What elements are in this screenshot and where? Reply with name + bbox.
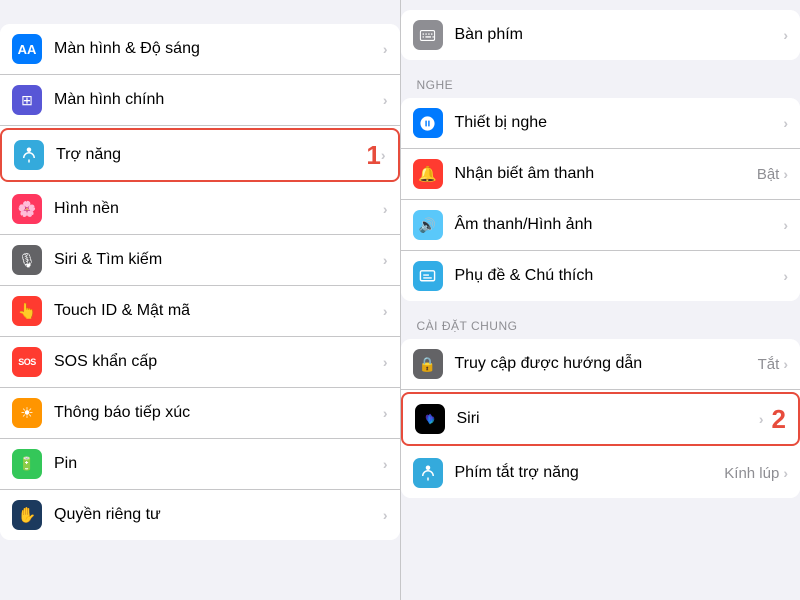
right-item-am-thanh-hinh-anh[interactable]: 🔊 Âm thanh/Hình ảnh› <box>401 200 800 251</box>
man-hinh-chinh-icon: ⊞ <box>12 85 42 115</box>
pin-icon: 🔋 <box>12 449 42 479</box>
phim-tat-tro-nang-chevron: › <box>783 465 788 481</box>
sos-icon: SOS <box>12 347 42 377</box>
man-hinh-chinh-label: Màn hình chính <box>54 91 383 109</box>
nhan-biet-am-thanh-label: Nhận biết âm thanh <box>455 165 757 183</box>
left-item-sos[interactable]: SOS SOS khẩn cấp› <box>0 337 400 388</box>
left-item-siri-tim-kiem[interactable]: 🎙 Siri & Tìm kiếm› <box>0 235 400 286</box>
right-item-thiet-bi-nghe[interactable]: Thiết bị nghe› <box>401 98 800 149</box>
right-scroll: Bàn phím›NGHEThiết bị nghe›🔔Nhận biết âm… <box>401 0 800 600</box>
right-panel: Bàn phím›NGHEThiết bị nghe›🔔Nhận biết âm… <box>401 0 800 600</box>
siri-tim-kiem-icon: 🎙 <box>12 245 42 275</box>
pin-chevron: › <box>383 456 388 472</box>
right-item-truy-cap[interactable]: 🔒 Truy cập được hướng dẫnTắt› <box>401 339 800 390</box>
left-item-man-hinh-do-sang[interactable]: AA Màn hình & Độ sáng› <box>0 24 400 75</box>
right-item-siri[interactable]: Siri› 2 <box>401 392 800 446</box>
tro-nang-chevron: › <box>381 147 386 163</box>
truy-cap-chevron: › <box>783 356 788 372</box>
phu-de-chevron: › <box>783 268 788 284</box>
thong-bao-label: Thông báo tiếp xúc <box>54 404 383 422</box>
right-item-phu-de[interactable]: Phụ đề & Chú thích› <box>401 251 800 301</box>
hinh-nen-label: Hình nền <box>54 200 383 218</box>
touch-id-label: Touch ID & Mật mã <box>54 302 383 320</box>
man-hinh-chinh-chevron: › <box>383 92 388 108</box>
left-panel: AAMàn hình & Độ sáng›⊞Màn hình chính›Trợ… <box>0 0 400 600</box>
quyen-rieng-tu-chevron: › <box>383 507 388 523</box>
hinh-nen-chevron: › <box>383 201 388 217</box>
truy-cap-icon: 🔒 <box>413 349 443 379</box>
right-list-nghe: Thiết bị nghe›🔔Nhận biết âm thanhBật›🔊Âm… <box>401 98 800 301</box>
sos-chevron: › <box>383 354 388 370</box>
siri-tim-kiem-label: Siri & Tìm kiếm <box>54 251 383 269</box>
left-item-man-hinh-chinh[interactable]: ⊞ Màn hình chính› <box>0 75 400 126</box>
truy-cap-value: Tắt <box>758 356 780 373</box>
left-item-quyen-rieng-tu[interactable]: ✋ Quyền riêng tư› <box>0 490 400 540</box>
tro-nang-label: Trợ năng <box>56 146 358 164</box>
siri-icon <box>415 404 445 434</box>
left-settings-list: AAMàn hình & Độ sáng›⊞Màn hình chính›Trợ… <box>0 24 400 540</box>
thiet-bi-nghe-label: Thiết bị nghe <box>455 114 784 132</box>
touch-id-chevron: › <box>383 303 388 319</box>
ban-phim-icon <box>413 20 443 50</box>
right-item-nhan-biet-am-thanh[interactable]: 🔔 Nhận biết âm thanhBật› <box>401 149 800 200</box>
tro-nang-badge: 1 <box>366 142 380 168</box>
phim-tat-tro-nang-icon <box>413 458 443 488</box>
tro-nang-icon <box>14 140 44 170</box>
truy-cap-label: Truy cập được hướng dẫn <box>455 355 758 373</box>
am-thanh-hinh-anh-chevron: › <box>783 217 788 233</box>
right-list-cai-dat-chung: 🔒Truy cập được hướng dẫnTắt›Siri›2Phím t… <box>401 339 800 498</box>
siri-tim-kiem-chevron: › <box>383 252 388 268</box>
thiet-bi-nghe-chevron: › <box>783 115 788 131</box>
section-header-cai-dat-chung: CÀI ĐẶT CHUNG <box>401 301 800 339</box>
left-item-hinh-nen[interactable]: 🌸 Hình nền› <box>0 184 400 235</box>
quyen-rieng-tu-icon: ✋ <box>12 500 42 530</box>
nhan-biet-am-thanh-value: Bật <box>757 166 780 183</box>
siri-chevron: › <box>759 411 764 427</box>
nhan-biet-am-thanh-icon: 🔔 <box>413 159 443 189</box>
hinh-nen-icon: 🌸 <box>12 194 42 224</box>
nhan-biet-am-thanh-chevron: › <box>783 166 788 182</box>
man-hinh-do-sang-icon: AA <box>12 34 42 64</box>
phim-tat-tro-nang-value: Kính lúp <box>724 465 779 482</box>
right-item-phim-tat-tro-nang[interactable]: Phím tắt trợ năngKính lúp› <box>401 448 800 498</box>
thiet-bi-nghe-icon <box>413 108 443 138</box>
section-header-nghe: NGHE <box>401 60 800 98</box>
left-scroll: AAMàn hình & Độ sáng›⊞Màn hình chính›Trợ… <box>0 24 400 600</box>
phu-de-label: Phụ đề & Chú thích <box>455 267 784 285</box>
ban-phim-chevron: › <box>783 27 788 43</box>
left-panel-title <box>0 0 400 24</box>
right-content: Bàn phím›NGHEThiết bị nghe›🔔Nhận biết âm… <box>401 0 800 498</box>
left-item-touch-id[interactable]: 👆 Touch ID & Mật mã› <box>0 286 400 337</box>
touch-id-icon: 👆 <box>12 296 42 326</box>
right-item-ban-phim[interactable]: Bàn phím› <box>401 10 800 60</box>
thong-bao-chevron: › <box>383 405 388 421</box>
siri-label: Siri <box>457 410 759 428</box>
sos-label: SOS khẩn cấp <box>54 353 383 371</box>
pin-label: Pin <box>54 455 383 473</box>
man-hinh-do-sang-chevron: › <box>383 41 388 57</box>
right-list-top: Bàn phím› <box>401 10 800 60</box>
man-hinh-do-sang-label: Màn hình & Độ sáng <box>54 40 383 58</box>
thong-bao-icon: ☀ <box>12 398 42 428</box>
left-item-thong-bao[interactable]: ☀ Thông báo tiếp xúc› <box>0 388 400 439</box>
siri-badge: 2 <box>772 406 786 432</box>
phu-de-icon <box>413 261 443 291</box>
left-item-tro-nang[interactable]: Trợ năng 1› <box>0 128 400 182</box>
am-thanh-hinh-anh-icon: 🔊 <box>413 210 443 240</box>
quyen-rieng-tu-label: Quyền riêng tư <box>54 506 383 524</box>
am-thanh-hinh-anh-label: Âm thanh/Hình ảnh <box>455 216 784 234</box>
left-item-pin[interactable]: 🔋 Pin› <box>0 439 400 490</box>
ban-phim-label: Bàn phím <box>455 26 784 44</box>
phim-tat-tro-nang-label: Phím tắt trợ năng <box>455 464 725 482</box>
